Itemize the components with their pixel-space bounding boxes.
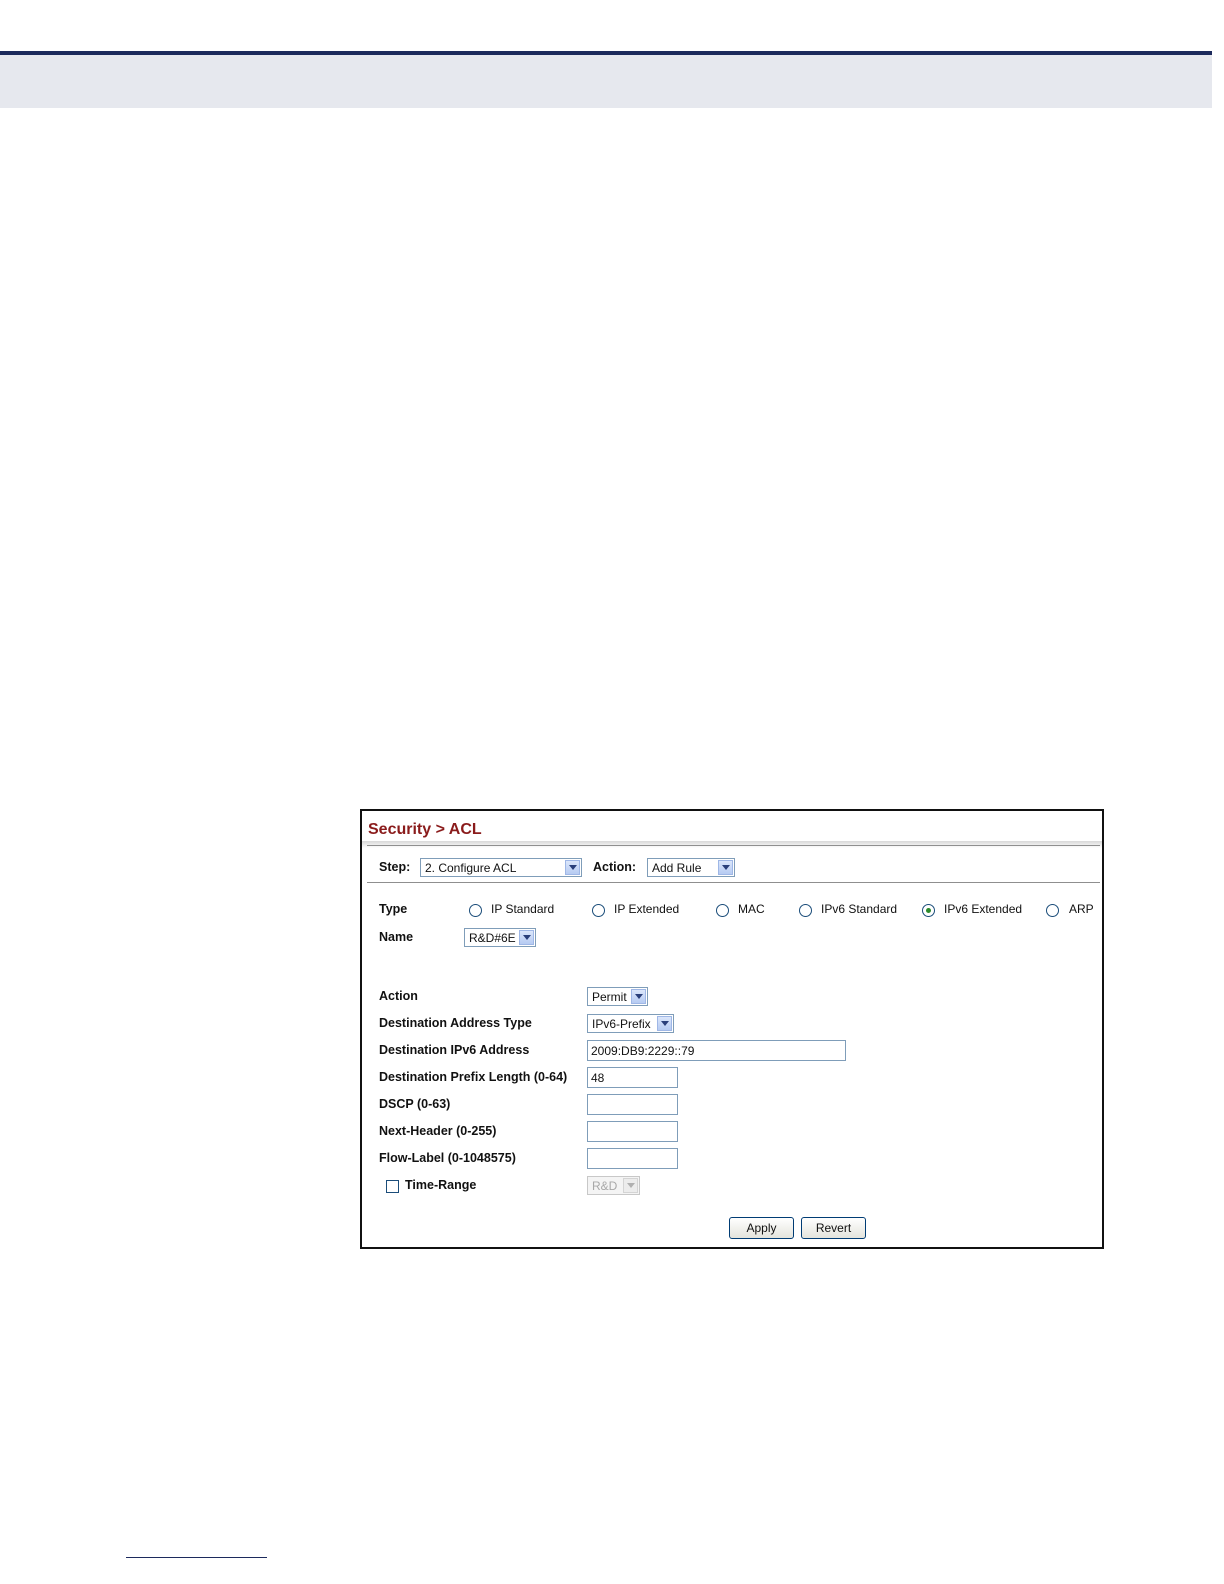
type-label: Type — [379, 902, 408, 916]
revert-button[interactable]: Revert — [801, 1217, 866, 1239]
dest-addr-type-value: IPv6-Prefix — [592, 1017, 651, 1031]
radio-arp[interactable] — [1046, 904, 1059, 917]
name-select[interactable]: R&D#6E — [464, 928, 536, 947]
time-range-value: R&D — [592, 1179, 618, 1193]
chevron-down-icon — [623, 1178, 638, 1193]
radio-label-ipv6-extended: IPv6 Extended — [944, 902, 1023, 916]
name-label: Name — [379, 930, 414, 944]
radio-label-mac: MAC — [738, 902, 765, 916]
radio-ipv6-extended[interactable] — [922, 904, 935, 917]
flow-label-input[interactable] — [587, 1148, 678, 1169]
toolbar-bottom-divider — [367, 882, 1100, 883]
time-range-select: R&D — [587, 1176, 640, 1195]
action-select-value: Add Rule — [652, 861, 702, 875]
radio-ip-extended[interactable] — [592, 904, 605, 917]
chevron-down-icon[interactable] — [718, 860, 733, 875]
dscp-input[interactable] — [587, 1094, 678, 1115]
breadcrumb-page: ACL — [448, 821, 482, 838]
dest-ipv6-input[interactable] — [587, 1040, 846, 1061]
dest-addr-type-label: Destination Address Type — [379, 1016, 532, 1030]
footer-rule — [126, 1557, 267, 1558]
page-header-band — [0, 55, 1212, 108]
page-title: Security > ACL — [368, 821, 482, 839]
radio-ip-standard[interactable] — [469, 904, 482, 917]
radio-label-ip-standard: IP Standard — [491, 902, 555, 916]
dest-ipv6-label: Destination IPv6 Address — [379, 1043, 530, 1057]
step-select-value: 2. Configure ACL — [425, 861, 517, 875]
action-label: Action: — [593, 860, 637, 874]
step-select[interactable]: 2. Configure ACL — [420, 858, 582, 877]
dest-prefix-label: Destination Prefix Length (0-64) — [379, 1070, 568, 1084]
toolbar-top-divider — [367, 845, 1100, 846]
rule-action-value: Permit — [592, 990, 627, 1004]
radio-label-ip-extended: IP Extended — [614, 902, 680, 916]
flow-label-label: Flow-Label (0-1048575) — [379, 1151, 516, 1165]
radio-label-arp: ARP — [1069, 902, 1094, 916]
next-header-label: Next-Header (0-255) — [379, 1124, 497, 1138]
radio-label-ipv6-standard: IPv6 Standard — [821, 902, 898, 916]
radio-ipv6-standard[interactable] — [799, 904, 812, 917]
time-range-checkbox[interactable] — [386, 1180, 399, 1193]
apply-button[interactable]: Apply — [729, 1217, 794, 1239]
chevron-down-icon[interactable] — [631, 989, 646, 1004]
chevron-down-icon[interactable] — [519, 930, 534, 945]
breadcrumb-separator: > — [435, 821, 445, 838]
acl-panel: Security > ACL Step: 2. Configure ACL Ac… — [360, 809, 1104, 1249]
action-select[interactable]: Add Rule — [647, 858, 735, 877]
radio-mac[interactable] — [716, 904, 729, 917]
step-label: Step: — [379, 860, 411, 874]
chevron-down-icon[interactable] — [565, 860, 580, 875]
time-range-label: Time-Range — [405, 1178, 477, 1192]
dest-prefix-input[interactable] — [587, 1067, 678, 1088]
dest-addr-type-select[interactable]: IPv6-Prefix — [587, 1014, 674, 1033]
chevron-down-icon[interactable] — [657, 1016, 672, 1031]
name-select-value: R&D#6E — [469, 931, 516, 945]
dscp-label: DSCP (0-63) — [379, 1097, 451, 1111]
next-header-input[interactable] — [587, 1121, 678, 1142]
breadcrumb-section: Security — [368, 821, 432, 838]
rule-action-select[interactable]: Permit — [587, 987, 648, 1006]
rule-action-label: Action — [379, 989, 418, 1003]
